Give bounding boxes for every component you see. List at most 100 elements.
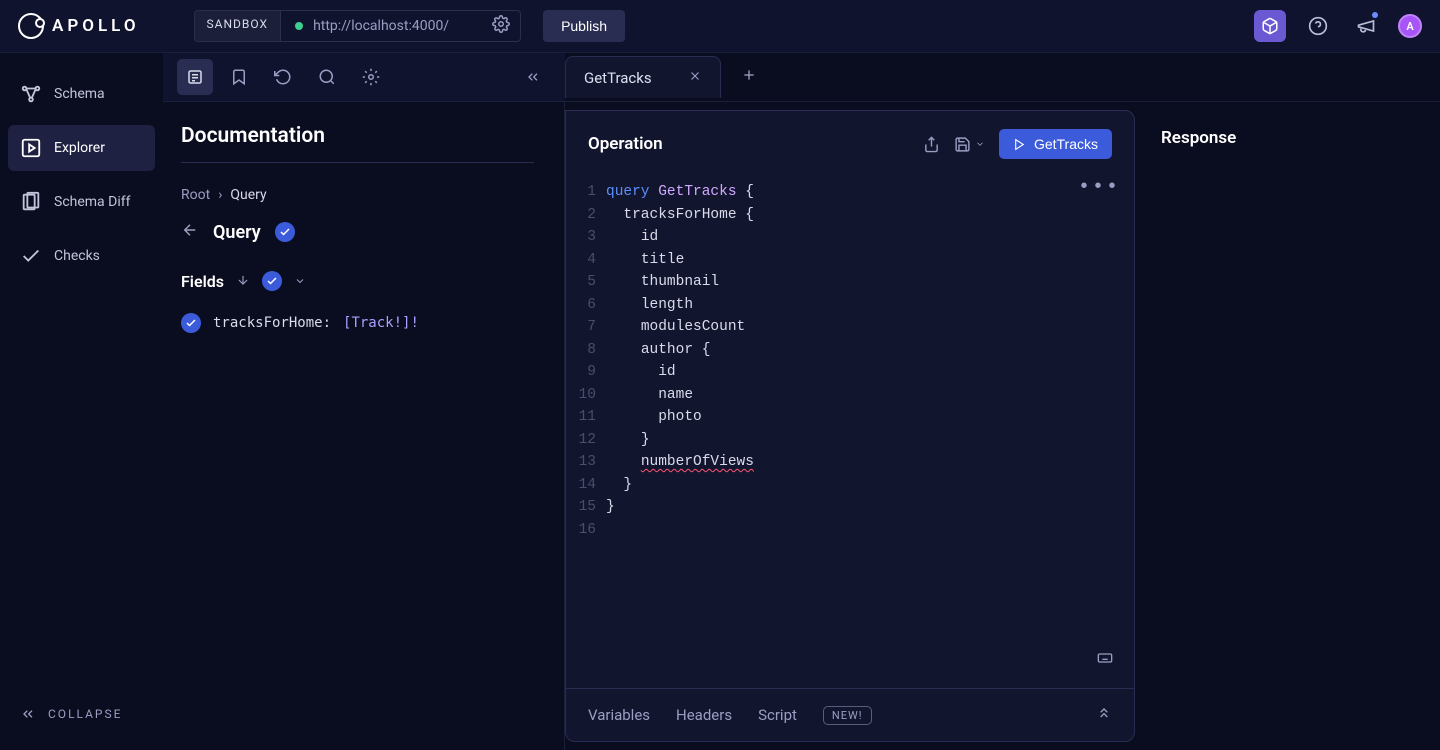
code-line[interactable]: 4 title [572,249,1114,272]
breadcrumb-current: Query [230,187,266,203]
operation-panel: Operation GetTracks [565,110,1135,742]
sidebar: Schema Explorer Schema Diff Checks COLLA… [0,53,163,750]
field-name: tracksForHome: [213,315,331,331]
added-check-badge-icon[interactable] [275,222,295,242]
sidebar-collapse-button[interactable]: COLLAPSE [8,696,155,732]
code-line[interactable]: 3 id [572,226,1114,249]
code-line[interactable]: 16 [572,519,1114,542]
top-right-icons: A [1254,10,1422,42]
help-icon[interactable] [1302,10,1334,42]
schema-cube-icon[interactable] [1254,10,1286,42]
field-row[interactable]: tracksForHome: [Track!]! [181,309,534,337]
code-line[interactable]: 5 thumbnail [572,271,1114,294]
sandbox-badge: SANDBOX [194,10,282,42]
operation-tabs-strip: GetTracks [565,53,1440,102]
endpoint-settings-gear-icon[interactable] [492,15,510,37]
notification-dot-icon [1372,12,1378,18]
line-number: 2 [572,204,606,227]
graphql-code-editor[interactable]: ••• 1query GetTracks {2 tracksForHome {3… [566,177,1134,688]
bookmark-icon[interactable] [221,59,257,95]
tab-headers[interactable]: Headers [676,706,732,724]
breadcrumb: Root › Query [181,187,534,203]
apollo-logo: APOLLO [18,13,140,39]
save-icon[interactable] [954,136,985,153]
user-avatar[interactable]: A [1398,14,1422,38]
code-line[interactable]: 9 id [572,361,1114,384]
operation-tab-label: GetTracks [584,69,652,87]
announcements-icon[interactable] [1350,10,1382,42]
run-operation-button[interactable]: GetTracks [999,129,1112,159]
endpoint-url-field[interactable]: http://localhost:4000/ [281,10,521,42]
keyboard-shortcuts-icon[interactable] [1094,650,1116,675]
line-content: id [606,226,658,249]
sidebar-item-checks[interactable]: Checks [8,233,155,279]
line-number: 14 [572,474,606,497]
line-content: name [606,384,693,407]
chevron-double-left-icon [20,706,36,722]
sidebar-item-schema-diff[interactable]: Schema Diff [8,179,155,225]
breadcrumb-root[interactable]: Root [181,187,210,203]
settings-gear-icon[interactable] [353,59,389,95]
line-content: } [606,429,650,452]
new-tab-button[interactable] [741,67,757,87]
search-icon[interactable] [309,59,345,95]
chevron-right-icon: › [218,187,222,203]
code-line[interactable]: 6 length [572,294,1114,317]
line-number: 4 [572,249,606,272]
select-all-badge-icon[interactable] [262,271,282,291]
line-number: 9 [572,361,606,384]
panel-collapse-icon[interactable] [515,59,551,95]
line-number: 13 [572,451,606,474]
type-name: Query [213,222,261,243]
line-content: title [606,249,684,272]
line-number: 16 [572,519,606,542]
tab-variables[interactable]: Variables [588,706,650,724]
response-title: Response [1161,128,1414,148]
chevron-down-icon[interactable] [294,272,306,291]
line-content: length [606,294,693,317]
code-line[interactable]: 11 photo [572,406,1114,429]
editor-more-icon[interactable]: ••• [1078,177,1120,200]
top-bar: APOLLO SANDBOX http://localhost:4000/ Pu… [0,0,1440,53]
collapse-label: COLLAPSE [48,707,122,721]
code-line[interactable]: 15} [572,496,1114,519]
line-content: query GetTracks { [606,181,754,204]
operation-bottom-tabs: Variables Headers Script NEW! [566,688,1134,741]
new-badge: NEW! [823,706,872,725]
line-number: 1 [572,181,606,204]
tab-close-icon[interactable] [688,69,702,87]
sort-arrow-icon[interactable] [236,272,250,291]
line-number: 10 [572,384,606,407]
endpoint-url-text: http://localhost:4000/ [313,18,449,34]
line-number: 3 [572,226,606,249]
back-arrow-icon[interactable] [181,221,199,243]
diff-icon [20,191,42,213]
code-line[interactable]: 10 name [572,384,1114,407]
line-number: 5 [572,271,606,294]
line-content: thumbnail [606,271,719,294]
code-line[interactable]: 13 numberOfViews [572,451,1114,474]
line-content: id [606,361,676,384]
documentation-title: Documentation [181,124,534,148]
code-line[interactable]: 8 author { [572,339,1114,362]
sidebar-item-schema[interactable]: Schema [8,71,155,117]
field-check-badge-icon[interactable] [181,313,201,333]
tab-script[interactable]: Script [758,706,797,724]
line-content: author { [606,339,710,362]
line-number: 15 [572,496,606,519]
code-line[interactable]: 2 tracksForHome { [572,204,1114,227]
code-line[interactable]: 1query GetTracks { [572,181,1114,204]
expand-panel-icon[interactable] [1096,705,1112,725]
code-line[interactable]: 12 } [572,429,1114,452]
operation-tab[interactable]: GetTracks [565,56,721,98]
code-line[interactable]: 7 modulesCount [572,316,1114,339]
line-number: 12 [572,429,606,452]
share-icon[interactable] [923,136,940,153]
play-icon [1013,138,1026,151]
code-line[interactable]: 14 } [572,474,1114,497]
publish-button[interactable]: Publish [543,10,625,42]
field-type: [Track!]! [343,315,419,331]
sidebar-item-explorer[interactable]: Explorer [8,125,155,171]
history-icon[interactable] [265,59,301,95]
docs-list-icon[interactable] [177,59,213,95]
